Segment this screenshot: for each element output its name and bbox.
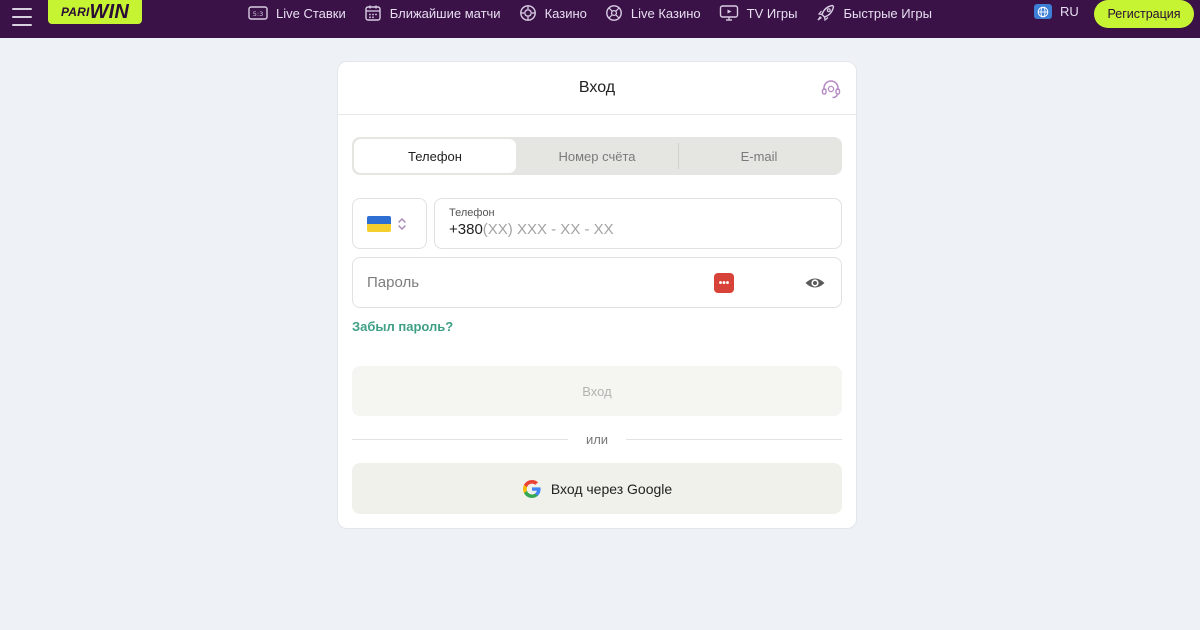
- nav-item-label: Ближайшие матчи: [389, 5, 501, 21]
- nav-item-tv-games[interactable]: TV Игры: [719, 4, 798, 22]
- nav-item-label: Live Казино: [630, 5, 701, 21]
- google-logo-icon: [522, 479, 541, 498]
- tab-phone[interactable]: Телефон: [354, 139, 516, 173]
- login-card-header: Вход: [338, 62, 856, 115]
- password-field[interactable]: •••: [352, 257, 842, 308]
- nav-item-live-casino[interactable]: Live Казино: [605, 4, 701, 22]
- live-scoreboard-icon: 5:3: [248, 6, 268, 20]
- nav-item-label: Быстрые Игры: [843, 5, 932, 21]
- tab-account-number[interactable]: Номер счёта: [516, 139, 678, 173]
- google-login-label: Вход через Google: [550, 480, 673, 497]
- tab-email[interactable]: E-mail: [678, 139, 840, 173]
- register-button[interactable]: Регистрация: [1094, 0, 1194, 28]
- calendar-icon: [365, 5, 381, 21]
- login-card: Вход Телефон Номер счёта E-mail Телефон …: [337, 61, 857, 529]
- top-navigation-bar: PARI WIN 5:3 Live Ставки Ближайшие матчи: [0, 0, 1200, 38]
- login-title: Вход: [578, 79, 616, 96]
- phone-input[interactable]: +380(XX) XXX - XX - XX: [449, 221, 827, 238]
- hamburger-menu-icon[interactable]: [12, 8, 32, 26]
- phone-field[interactable]: Телефон +380(XX) XXX - XX - XX: [434, 198, 842, 249]
- password-input[interactable]: [367, 274, 667, 291]
- rocket-icon: [817, 4, 834, 22]
- forgot-password-link[interactable]: Забыл пароль?: [352, 319, 453, 334]
- show-password-eye-icon[interactable]: [804, 274, 826, 292]
- logo-text-pari: PARI: [60, 5, 90, 19]
- country-code-selector[interactable]: [352, 198, 427, 249]
- casino-chip-icon: [519, 5, 536, 21]
- nav-item-label: Live Ставки: [276, 5, 346, 21]
- language-label: RU: [1060, 4, 1079, 19]
- pariwin-logo[interactable]: PARI WIN: [48, 0, 142, 24]
- phone-field-label: Телефон: [449, 207, 495, 219]
- main-nav: 5:3 Live Ставки Ближайшие матчи Казино L…: [248, 0, 950, 26]
- language-selector[interactable]: RU: [1034, 4, 1079, 19]
- nav-item-fast-games[interactable]: Быстрые Игры: [816, 4, 932, 22]
- divider-line: [626, 438, 843, 440]
- login-method-tabs: Телефон Номер счёта E-mail: [352, 137, 842, 175]
- roulette-icon: [605, 5, 622, 21]
- support-headset-icon[interactable]: [820, 78, 842, 100]
- nav-item-casino[interactable]: Казино: [519, 4, 587, 22]
- nav-item-upcoming-matches[interactable]: Ближайшие матчи: [364, 4, 501, 22]
- nav-item-label: Казино: [544, 5, 587, 21]
- nav-item-live-bets[interactable]: 5:3 Live Ставки: [248, 5, 346, 21]
- divider-label: или: [585, 431, 609, 447]
- google-login-button[interactable]: Вход через Google: [352, 463, 842, 514]
- ukraine-flag-icon: [367, 215, 391, 232]
- logo-text-win: WIN: [89, 0, 130, 23]
- or-divider: или: [352, 431, 843, 447]
- tv-icon: [719, 5, 738, 21]
- login-submit-button[interactable]: Вход: [352, 366, 842, 416]
- phone-prefix: +380: [449, 221, 483, 238]
- chevron-up-down-icon: [398, 217, 406, 230]
- password-manager-icon[interactable]: •••: [714, 273, 734, 293]
- nav-item-label: TV Игры: [746, 5, 798, 21]
- phone-mask-placeholder: (XX) XXX - XX - XX: [482, 221, 614, 238]
- svg-text:5:3: 5:3: [253, 10, 263, 18]
- globe-icon: [1034, 4, 1052, 19]
- divider-line: [352, 438, 568, 440]
